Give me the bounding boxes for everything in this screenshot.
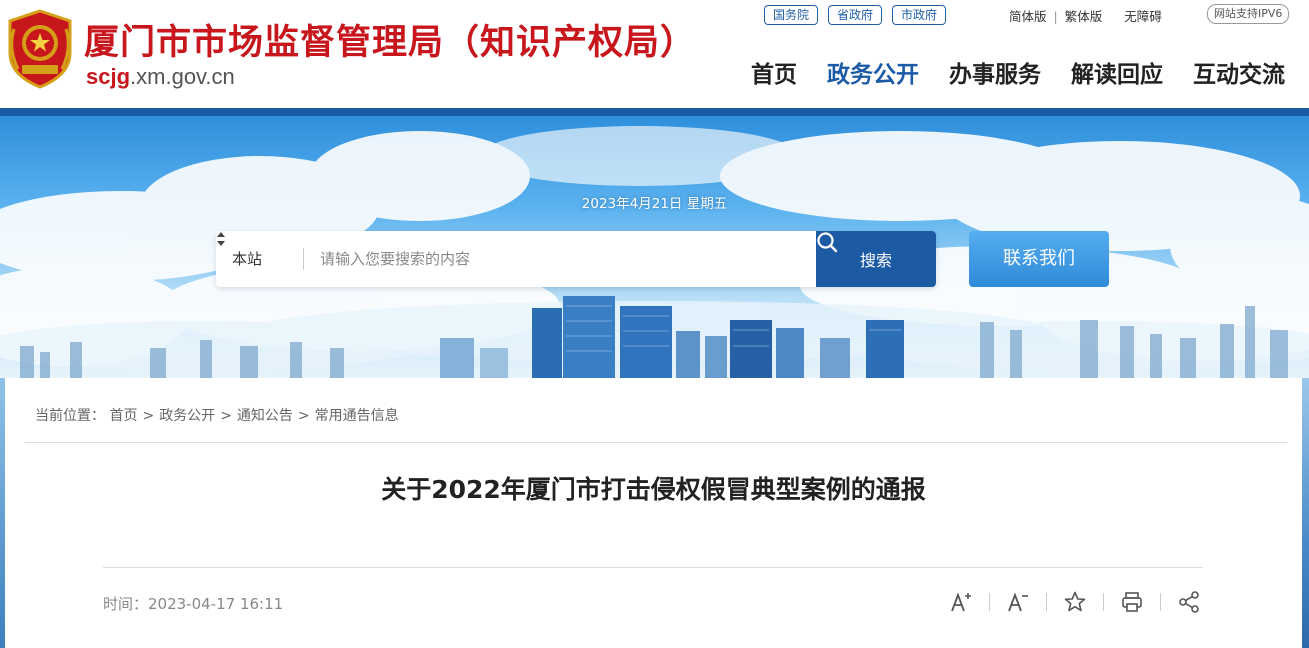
gov-link-state-council[interactable]: 国务院	[764, 5, 819, 25]
breadcrumb-separator: >	[297, 408, 310, 424]
breadcrumb-common-notices[interactable]: 常用通告信息	[315, 408, 399, 424]
nav-home[interactable]: 首页	[751, 55, 797, 89]
domain-rest: .xm.gov.cn	[130, 64, 235, 89]
current-date: 2023年4月21日 星期五	[581, 196, 728, 212]
print-icon[interactable]	[1120, 590, 1144, 614]
contact-us-button[interactable]: 联系我们	[969, 231, 1109, 287]
language-links: 简体版 | 繁体版 无障碍	[1009, 6, 1162, 25]
breadcrumb-notices[interactable]: 通知公告	[237, 408, 293, 424]
font-increase-icon[interactable]	[949, 590, 973, 614]
publish-time: 时间：2023-04-17 16:11	[103, 595, 284, 613]
site-title[interactable]: 厦门市市场监督管理局（知识产权局）	[84, 14, 696, 65]
sort-arrows-icon[interactable]	[216, 231, 226, 247]
breadcrumb-separator: >	[220, 408, 232, 424]
lang-traditional[interactable]: 繁体版	[1065, 6, 1103, 25]
tool-divider	[989, 593, 990, 611]
tool-divider	[1160, 593, 1161, 611]
breadcrumb-divider	[25, 442, 1287, 443]
gov-link-city[interactable]: 市政府	[892, 5, 947, 25]
star-icon[interactable]	[1063, 590, 1087, 614]
domain-strong: scjg	[86, 64, 131, 89]
ipv6-badge: 网站支持IPV6	[1207, 4, 1290, 24]
tool-divider	[1103, 593, 1104, 611]
emblem-logo[interactable]	[4, 9, 76, 89]
search-bar: 本站 搜索	[216, 231, 936, 287]
site-header: 厦门市市场监督管理局（知识产权局） scjg.xm.gov.cn 国务院 省政府…	[0, 0, 1309, 108]
banner: 2023年4月21日 星期五 本站 搜索 联系我们	[0, 116, 1309, 378]
scope-divider	[303, 248, 304, 270]
main-nav: 首页 政务公开 办事服务 解读回应 互动交流	[751, 55, 1285, 89]
lang-accessibility[interactable]: 无障碍	[1124, 6, 1162, 25]
breadcrumb-gov-affairs[interactable]: 政务公开	[159, 408, 215, 424]
article-panel: 当前位置： 首页 > 政务公开 > 通知公告 > 常用通告信息 关于2022年厦门市打击侵权…	[5, 378, 1302, 648]
article-title: 关于2022年厦门市打击侵权假冒典型案例的通报	[381, 475, 926, 504]
nav-services[interactable]: 办事服务	[949, 55, 1041, 89]
share-icon[interactable]	[1177, 590, 1201, 614]
search-button-label: 搜索	[859, 251, 892, 270]
breadcrumb-prefix: 当前位置：	[35, 408, 105, 424]
gov-links: 国务院 省政府 市政府	[764, 4, 956, 26]
article-tools	[949, 590, 1201, 614]
search-icon	[817, 232, 838, 253]
tool-divider	[1046, 593, 1047, 611]
lang-simplified[interactable]: 简体版	[1009, 6, 1047, 25]
breadcrumb: 当前位置： 首页 > 政务公开 > 通知公告 > 常用通告信息	[35, 405, 399, 425]
site-domain: scjg.xm.gov.cn	[86, 64, 235, 90]
gov-link-province[interactable]: 省政府	[828, 5, 883, 25]
background-deco-right	[1302, 378, 1309, 648]
breadcrumb-home[interactable]: 首页	[109, 408, 137, 424]
search-scope-select[interactable]: 本站	[232, 231, 262, 287]
font-decrease-icon[interactable]	[1006, 590, 1030, 614]
nav-interpretation[interactable]: 解读回应	[1071, 55, 1163, 89]
nav-interaction[interactable]: 互动交流	[1193, 55, 1285, 89]
title-divider	[103, 567, 1203, 568]
lang-divider: |	[1053, 9, 1058, 24]
header-divider-bar	[0, 108, 1309, 116]
breadcrumb-separator: >	[142, 408, 155, 424]
search-input[interactable]	[316, 231, 822, 287]
search-button[interactable]: 搜索	[816, 231, 936, 287]
nav-gov-affairs[interactable]: 政务公开	[827, 55, 919, 89]
